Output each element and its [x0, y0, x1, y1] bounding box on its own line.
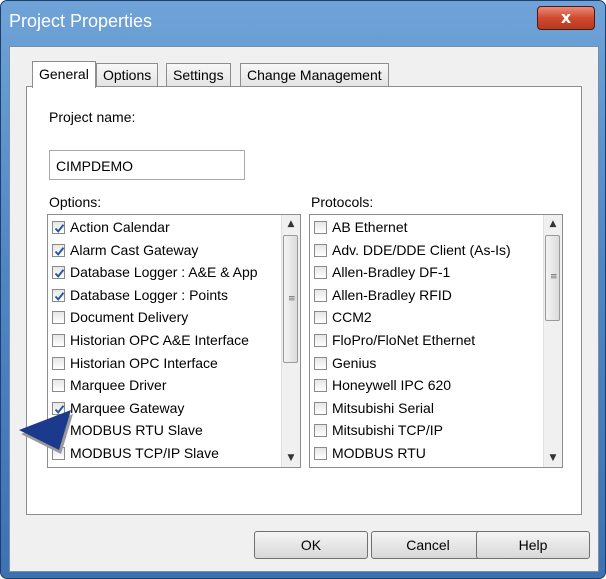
list-item-label: Genius	[332, 354, 377, 371]
tab-settings[interactable]: Settings	[166, 63, 231, 86]
checkbox[interactable]	[314, 221, 327, 234]
tab-change-management[interactable]: Change Management	[240, 63, 389, 86]
checkbox[interactable]	[314, 401, 327, 415]
list-item-label: Database Logger : A&E & App	[70, 264, 258, 281]
general-tab-panel: Project name: CIMPDEMO Options: Protocol…	[26, 86, 582, 515]
protocols-label: Protocols:	[311, 194, 374, 210]
list-item-label: Historian OPC A&E Interface	[70, 332, 249, 348]
checkbox[interactable]	[314, 288, 327, 302]
scroll-down-arrow-icon[interactable]: ▼	[282, 449, 300, 467]
list-item-label: Alarm Cast Gateway	[70, 241, 199, 258]
grip-icon: ≡	[550, 272, 558, 282]
protocols-scrollbar[interactable]: ▲ ≡ ▼	[543, 215, 562, 467]
checkbox[interactable]	[52, 356, 65, 370]
checkbox[interactable]	[52, 334, 65, 347]
list-item-label: Adv. DDE/DDE Client (As-Is)	[332, 241, 511, 258]
scrollbar-thumb[interactable]: ≡	[545, 235, 560, 321]
list-item-label: Database Logger : Points	[70, 286, 228, 303]
close-icon: x	[560, 8, 572, 27]
close-button[interactable]: x	[537, 6, 595, 30]
help-button[interactable]: Help	[476, 531, 590, 559]
list-item-label: Marquee Gateway	[70, 399, 185, 416]
checkbox[interactable]	[314, 243, 327, 257]
cancel-button[interactable]: Cancel	[371, 531, 485, 559]
dialog-body: General Options Settings Change Manageme…	[9, 46, 599, 572]
title-bar[interactable]: Project Properties x	[1, 1, 605, 45]
grip-icon: ≡	[288, 294, 296, 304]
list-item-label: Honeywell IPC 620	[332, 377, 452, 394]
list-item-label: MODBUS RTU	[332, 445, 426, 461]
project-name-field[interactable]: CIMPDEMO	[49, 150, 245, 180]
pointer-arrow-icon	[19, 410, 73, 454]
list-item-label: Allen-Bradley DF-1	[332, 264, 451, 281]
checkbox[interactable]	[314, 356, 327, 370]
project-properties-dialog: Project Properties x General Options Set…	[0, 0, 606, 579]
list-item-label: Mitsubishi TCP/IP	[332, 422, 443, 439]
options-label: Options:	[49, 194, 102, 210]
project-name-label: Project name:	[49, 109, 136, 125]
checkbox[interactable]	[314, 334, 327, 347]
tab-options[interactable]: Options	[96, 63, 159, 86]
options-listbox[interactable]: Action Calendar Alarm Cast Gateway Databas…	[47, 214, 301, 468]
checkbox-checked[interactable]	[52, 221, 65, 234]
list-item-label: Allen-Bradley RFID	[332, 286, 452, 303]
scroll-up-arrow-icon[interactable]: ▲	[544, 215, 562, 233]
list-item-label: Action Calendar	[70, 219, 170, 235]
checkbox-checked[interactable]	[52, 288, 65, 302]
list-item-label: Marquee Driver	[70, 377, 167, 394]
checkbox[interactable]	[314, 266, 327, 280]
list-item-label: AB Ethernet	[332, 219, 408, 235]
checkbox-checked[interactable]	[52, 243, 65, 257]
checkbox[interactable]	[314, 311, 327, 325]
scroll-up-arrow-icon[interactable]: ▲	[282, 215, 300, 233]
checkbox[interactable]	[314, 447, 327, 460]
checkbox[interactable]	[52, 311, 65, 325]
list-item-label: Mitsubishi Serial	[332, 399, 434, 416]
protocols-listbox[interactable]: AB Ethernet Adv. DDE/DDE Client (As-Is) Al…	[309, 214, 563, 468]
tab-general[interactable]: General	[32, 61, 96, 88]
list-item-label: MODBUS RTU Slave	[70, 422, 203, 439]
scroll-down-arrow-icon[interactable]: ▼	[544, 449, 562, 467]
list-item-label: FloPro/FloNet Ethernet	[332, 332, 476, 348]
checkbox-checked[interactable]	[52, 266, 65, 280]
checkbox[interactable]	[314, 424, 327, 438]
ok-button[interactable]: OK	[254, 531, 368, 559]
list-item-label: Document Delivery	[70, 309, 189, 326]
checkbox[interactable]	[314, 379, 327, 393]
scrollbar-thumb[interactable]: ≡	[283, 235, 298, 363]
list-item-label: Historian OPC Interface	[70, 354, 218, 371]
options-scrollbar[interactable]: ▲ ≡ ▼	[281, 215, 300, 467]
checkbox[interactable]	[52, 379, 65, 393]
window-title: Project Properties	[9, 11, 153, 31]
list-item-label: CCM2	[332, 309, 372, 326]
list-item-label: MODBUS TCP/IP Slave	[70, 445, 219, 461]
